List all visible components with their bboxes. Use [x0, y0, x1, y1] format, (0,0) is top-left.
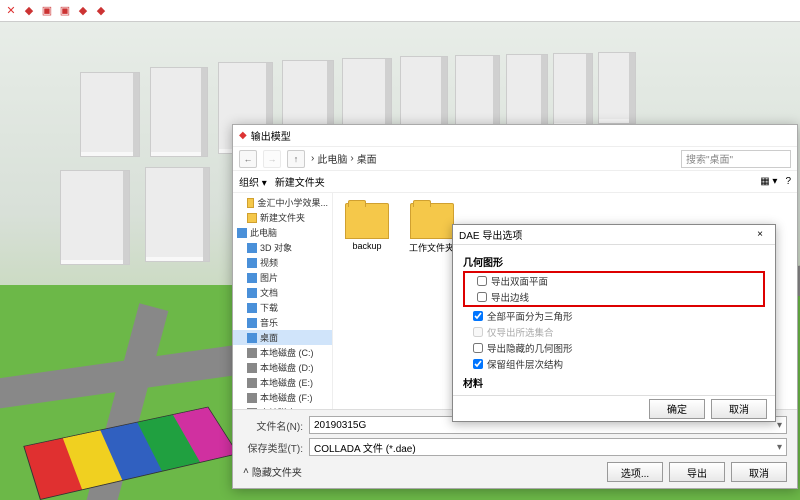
- building: [553, 53, 593, 128]
- opt-triangulate[interactable]: 全部平面分为三角形: [463, 308, 765, 324]
- tree-disk-c[interactable]: 本地磁盘 (C:): [233, 345, 332, 360]
- view-options-button[interactable]: ▦ ▾: [760, 176, 777, 187]
- export-button[interactable]: 导出: [669, 462, 725, 482]
- savetype-field[interactable]: COLLADA 文件 (*.dae): [309, 438, 787, 456]
- nav-up-button[interactable]: ↑: [287, 150, 305, 168]
- nav-bar: ← → ↑ › 此电脑 › 桌面 搜索"桌面": [233, 147, 797, 171]
- filename-label: 文件名(N):: [243, 418, 303, 433]
- breadcrumb[interactable]: › 此电脑 › 桌面: [311, 151, 675, 166]
- options-button[interactable]: 选项...: [607, 462, 663, 482]
- building: [145, 167, 210, 262]
- tree-disk-e[interactable]: 本地磁盘 (E:): [233, 375, 332, 390]
- crumb-item[interactable]: 此电脑: [317, 151, 347, 166]
- building: [598, 52, 636, 124]
- tool-icon[interactable]: ◆: [94, 4, 108, 18]
- folder-label: backup: [352, 241, 381, 251]
- opt-two-sided[interactable]: 导出双面平面: [467, 273, 761, 289]
- tool-icon[interactable]: ▣: [58, 4, 72, 18]
- section-materials: 材料: [463, 375, 765, 390]
- cancel-button[interactable]: 取消: [711, 399, 767, 419]
- building: [60, 170, 130, 265]
- dialog2-titlebar[interactable]: DAE 导出选项 ×: [453, 225, 775, 245]
- tool-icon[interactable]: ◆: [22, 4, 36, 18]
- dae-options-dialog: DAE 导出选项 × 几何图形 导出双面平面 导出边线 全部平面分为三角形 仅导…: [452, 224, 776, 422]
- tree-disk-d[interactable]: 本地磁盘 (D:): [233, 360, 332, 375]
- chevron-up-icon: ˄: [243, 466, 249, 477]
- crumb-item[interactable]: 桌面: [357, 151, 377, 166]
- tree-folder[interactable]: 新建文件夹: [233, 210, 332, 225]
- folder-backup[interactable]: backup: [345, 203, 389, 251]
- hide-folders-toggle[interactable]: ˄ 隐藏文件夹: [243, 464, 302, 479]
- tree-videos[interactable]: 视频: [233, 255, 332, 270]
- folder-work[interactable]: 工作文件夹: [409, 203, 454, 254]
- app-icon: ◆: [239, 130, 247, 141]
- tree-3d-objects[interactable]: 3D 对象: [233, 240, 332, 255]
- search-input[interactable]: 搜索"桌面": [681, 150, 791, 168]
- cancel-button[interactable]: 取消: [731, 462, 787, 482]
- ok-button[interactable]: 确定: [649, 399, 705, 419]
- checkbox[interactable]: [477, 292, 487, 302]
- opt-edges[interactable]: 导出边线: [467, 289, 761, 305]
- opt-hierarchy[interactable]: 保留组件层次结构: [463, 356, 765, 372]
- checkbox[interactable]: [473, 359, 483, 369]
- tree-this-pc[interactable]: 此电脑: [233, 225, 332, 240]
- checkbox[interactable]: [473, 311, 483, 321]
- building: [150, 67, 208, 157]
- dialog2-footer: 确定 取消: [453, 395, 775, 421]
- dialog2-title: DAE 导出选项: [459, 227, 522, 242]
- section-geometry: 几何图形: [463, 254, 765, 269]
- crumb-sep: ›: [311, 153, 314, 164]
- opt-selection-only: 仅导出所选集合: [463, 324, 765, 340]
- app-toolbar: ✕ ◆ ▣ ▣ ◆ ◆: [0, 0, 800, 22]
- nav-forward-button[interactable]: →: [263, 150, 281, 168]
- help-button[interactable]: ?: [785, 176, 791, 187]
- tree-disk-f[interactable]: 本地磁盘 (F:): [233, 390, 332, 405]
- tool-x-icon[interactable]: ✕: [4, 4, 18, 18]
- opt-hidden-geom[interactable]: 导出隐藏的几何图形: [463, 340, 765, 356]
- tree-desktop[interactable]: 桌面: [233, 330, 332, 345]
- tree-documents[interactable]: 文档: [233, 285, 332, 300]
- tool-icon[interactable]: ◆: [76, 4, 90, 18]
- tool-icon[interactable]: ▣: [40, 4, 54, 18]
- folder-icon: [410, 203, 454, 239]
- new-folder-button[interactable]: 新建文件夹: [275, 174, 325, 189]
- folder-icon: [345, 203, 389, 239]
- dialog-toolbar: 组织 ▾ 新建文件夹 ▦ ▾ ?: [233, 171, 797, 193]
- checkbox[interactable]: [473, 343, 483, 353]
- dialog-titlebar[interactable]: ◆ 输出模型: [233, 125, 797, 147]
- building: [506, 54, 548, 132]
- checkbox: [473, 327, 483, 337]
- folder-tree[interactable]: 金汇中小学效果... 新建文件夹 此电脑 3D 对象 视频 图片 文档 下载 音…: [233, 193, 333, 409]
- savetype-label: 保存类型(T):: [243, 440, 303, 455]
- tree-music[interactable]: 音乐: [233, 315, 332, 330]
- folder-label: 工作文件夹: [409, 241, 454, 254]
- nav-back-button[interactable]: ←: [239, 150, 257, 168]
- checkbox[interactable]: [477, 276, 487, 286]
- tree-pictures[interactable]: 图片: [233, 270, 332, 285]
- building: [80, 72, 140, 157]
- organize-menu[interactable]: 组织 ▾: [239, 174, 267, 189]
- dialog-title: 输出模型: [251, 128, 291, 143]
- crumb-sep: ›: [350, 153, 353, 164]
- tree-downloads[interactable]: 下载: [233, 300, 332, 315]
- tree-folder[interactable]: 金汇中小学效果...: [233, 195, 332, 210]
- highlight-box: 导出双面平面 导出边线: [463, 271, 765, 307]
- close-icon[interactable]: ×: [751, 229, 769, 240]
